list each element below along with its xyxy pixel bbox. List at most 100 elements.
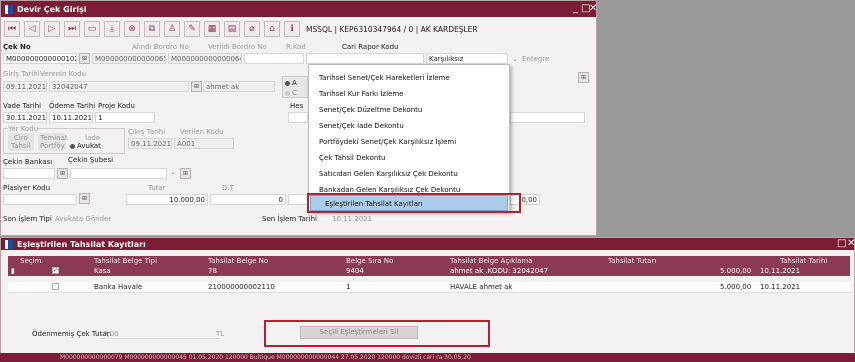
minimize-icon[interactable]: _ <box>573 3 578 14</box>
cikis-tarihi-field[interactable]: 09.11.2021 <box>128 138 172 149</box>
verildi-bordro-field[interactable]: M000000000000064 <box>168 53 242 64</box>
button-highlight-box <box>264 320 490 347</box>
he-label: Hes <box>290 102 304 110</box>
giris-tarihi-label: Giriş Tarihi <box>3 70 40 78</box>
proje-kodu-label: Proje Kodu <box>98 102 135 110</box>
proje-kodu-field[interactable]: 1 <box>95 112 155 123</box>
info-icon[interactable]: ℹ <box>284 21 300 37</box>
col-tahsilat-belge-tipi[interactable]: Tahsilat Belge Tipi <box>94 257 157 265</box>
avukat-radio[interactable] <box>70 143 75 149</box>
table-row[interactable]: ▮ ✓ Kasa 78 9404 ahmet ak .KODU: 3204204… <box>8 266 850 276</box>
chevron-down-icon[interactable]: ⌄ <box>512 55 518 63</box>
cekin-subesi-field[interactable] <box>70 168 167 179</box>
menu-item-saticidan-karsiliksiz[interactable]: Satıcıdan Gelen Karşılıksız Çek Dekontu <box>319 170 458 178</box>
window-titlebar[interactable]: Devir Çek Girişi _ □ ✕ <box>1 1 597 17</box>
tahsil-label: Tahsil <box>11 142 31 150</box>
odeme-tarihi-field[interactable]: 10.11.2021 <box>49 112 93 123</box>
attachment-icon[interactable]: ⌀ <box>244 21 260 37</box>
menu-item-iade-dekontu[interactable]: Senet/Çek İade Dekontu <box>319 122 404 130</box>
toolbar: ⏮ ◁ ▷ ⏭ ▭ ⤓ ⊗ ⧉ ♙ ✎ ▦ ▤ ⌀ ⌂ ℹ MSSQL | KE… <box>4 19 478 39</box>
row-checkbox-checked[interactable]: ✓ <box>52 267 59 274</box>
next-record-icon[interactable]: ▷ <box>44 21 60 37</box>
background-statusbar: M000000000000079 M000000000000045 01.05.… <box>0 353 855 362</box>
r-kod-field[interactable] <box>244 53 304 64</box>
vade-tarihi-field[interactable]: 30.11.2021 <box>3 112 47 123</box>
tutar-field[interactable]: 10.000,00 <box>126 194 208 205</box>
cikis-tarihi-label: Çıkış Tarihi <box>128 128 166 136</box>
lock-icon[interactable]: ⌂ <box>264 21 280 37</box>
col-tahsilat-belge-aciklama[interactable]: Tahsilat Belge Açıklama <box>450 257 533 265</box>
col-tahsilat-tutari[interactable]: Tahsilat Tutarı <box>608 257 656 265</box>
odenmemis-field[interactable] <box>100 328 220 339</box>
cell-belge-tipi: Banka Havale <box>94 283 143 291</box>
avukat-label: Avukat <box>77 142 101 150</box>
col-secim[interactable]: Seçim <box>20 257 41 265</box>
close-icon[interactable]: ✕ <box>589 3 597 14</box>
grid-divider <box>8 292 850 293</box>
banka-lookup-icon[interactable]: ⊞ <box>57 168 68 179</box>
he-field[interactable] <box>288 112 308 123</box>
previous-record-icon[interactable]: ◁ <box>24 21 40 37</box>
window2-titlebar[interactable]: Eşleştirilen Tahsilat Kayıtları □ ✕ <box>1 238 855 250</box>
r-kod-label: R.Kod <box>286 43 306 51</box>
right-field-1[interactable] <box>510 112 585 123</box>
menu-item-tarihsel-kur-farki[interactable]: Tarihsel Kur Farkı İzleme <box>319 90 403 98</box>
side-lookup-icon[interactable]: ⊞ <box>578 72 589 83</box>
plasiyer-lookup-icon[interactable]: ⊞ <box>79 193 90 204</box>
cell-belge-no: 78 <box>208 267 217 275</box>
giris-tarihi-field[interactable]: 09.11.2021 <box>3 81 47 92</box>
row-indicator-icon: ▮ <box>11 267 15 275</box>
karsiliksiz-select[interactable]: Karşılıksız <box>426 53 508 64</box>
window2-close-icon[interactable]: ✕ <box>847 238 855 249</box>
plasiyer-extra-field[interactable] <box>288 194 308 205</box>
verenin-lookup-icon[interactable]: ⊞ <box>191 81 202 92</box>
col-tahsilat-belge-no[interactable]: Tahsilat Belge No <box>208 257 268 265</box>
sube-lookup-icon[interactable]: ⊞ <box>180 168 191 179</box>
menu-item-tarihsel-hareketler[interactable]: Tarihsel Senet/Çek Hareketleri İzleme <box>319 74 450 82</box>
connection-info: MSSQL | KEP6310347964 / 0 | AK KARDEŞLER <box>306 24 478 34</box>
verenin-kodu-field[interactable]: 32042047 <box>49 81 189 92</box>
menu-item-cek-tahsil-dekontu[interactable]: Çek Tahsil Dekontu <box>319 154 385 162</box>
menu-highlight-box <box>307 193 521 213</box>
son-islem-tipi-label: Son İşlem Tipi <box>3 215 52 223</box>
menu-item-karsiliksiz-islemi[interactable]: Portföydeki Senet/Çek Karşılıksız İşlemi <box>319 138 456 146</box>
iade-label: İade <box>85 134 101 142</box>
tutar-label: Tutar <box>148 184 166 192</box>
cekin-subesi-label: Çekin Şubesi <box>68 156 114 164</box>
user-icon[interactable]: ♙ <box>164 21 180 37</box>
cekin-bankasi-field[interactable] <box>3 168 55 179</box>
dt-field[interactable]: 0 <box>210 194 286 205</box>
col-tahsilat-tarihi[interactable]: Tahsilat Tarihi <box>780 257 827 265</box>
window2-maximize-icon[interactable]: □ <box>837 238 846 249</box>
col-belge-sira-no[interactable]: Belge Sıra No <box>346 257 393 265</box>
cell-tarih: 10.11.2021 <box>760 283 801 291</box>
edit-icon[interactable]: ✎ <box>184 21 200 37</box>
verilen-kodu-field[interactable]: A001 <box>174 138 234 149</box>
verenin-adi-field[interactable]: ahmet ak <box>203 81 275 92</box>
radio-group: A C <box>282 76 308 98</box>
first-record-icon[interactable]: ⏮ <box>4 21 20 37</box>
cari-rapor-label: Cari Rapor Kodu <box>342 43 399 51</box>
cek-no-lookup-icon[interactable]: ⊞ <box>79 53 90 64</box>
cell-aciklama: ahmet ak .KODU: 32042047 <box>450 267 549 275</box>
radio-c[interactable] <box>285 90 290 96</box>
sube-chevron-icon[interactable]: ⌄ <box>170 168 176 176</box>
vade-tarihi-label: Vade Tarihi <box>3 102 42 110</box>
cek-no-field[interactable]: M000000000000102 <box>3 53 77 64</box>
cari-rapor-field[interactable] <box>306 53 424 64</box>
print-icon[interactable]: ▤ <box>224 21 240 37</box>
delete-icon[interactable]: ⊗ <box>124 21 140 37</box>
alindi-bordro-field[interactable]: M000000000000065 <box>92 53 166 64</box>
radio-a[interactable] <box>285 80 290 86</box>
plasiyer-field[interactable] <box>3 194 77 205</box>
copy-icon[interactable]: ⧉ <box>144 21 160 37</box>
calculator-icon[interactable]: ▦ <box>204 21 220 37</box>
son-islem-tipi-value: Avukata Gönder <box>55 215 112 223</box>
row-checkbox-unchecked[interactable] <box>52 283 59 290</box>
table-row[interactable]: Banka Havale 210000000002110 1 HAVALE ah… <box>8 282 850 292</box>
portfoy-label: Portföy <box>40 142 65 150</box>
last-record-icon[interactable]: ⏭ <box>64 21 80 37</box>
save-icon[interactable]: ⤓ <box>104 21 120 37</box>
new-record-icon[interactable]: ▭ <box>84 21 100 37</box>
menu-item-duzeltme-dekontu[interactable]: Senet/Çek Düzeltme Dekontu <box>319 106 422 114</box>
